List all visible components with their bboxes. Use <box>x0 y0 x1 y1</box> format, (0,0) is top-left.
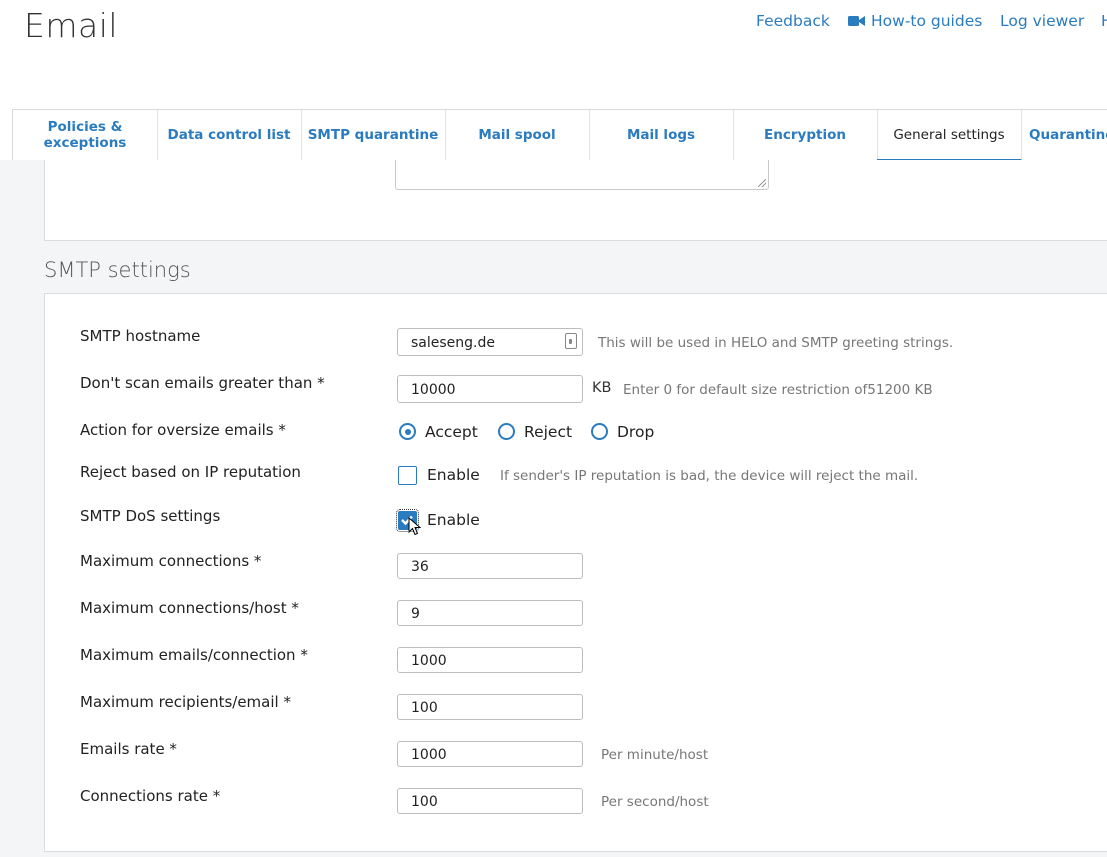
smtp-hostname-value: saleseng.de <box>411 335 495 351</box>
max-connections-label: Maximum connections * <box>80 552 262 570</box>
section-title: SMTP settings <box>44 258 191 282</box>
help-link[interactable]: H <box>1101 12 1107 30</box>
max-connections-input[interactable]: 36 <box>397 553 583 579</box>
connections-rate-input[interactable]: 100 <box>397 788 583 814</box>
feedback-link[interactable]: Feedback <box>756 12 830 30</box>
ip-reputation-hint: If sender's IP reputation is bad, the de… <box>500 468 919 484</box>
accept-radio[interactable] <box>399 423 416 440</box>
log-viewer-link[interactable]: Log viewer <box>1000 12 1084 30</box>
video-camera-icon <box>848 16 865 26</box>
tab-bar: Policies & exceptions Data control list … <box>12 109 1107 161</box>
tab-policies-exceptions[interactable]: Policies & exceptions <box>13 110 158 160</box>
ip-reputation-label: Reject based on IP reputation <box>80 463 301 481</box>
lock-icon <box>565 333 577 349</box>
max-scan-size-label: Don't scan emails greater than * <box>80 374 325 392</box>
smtp-settings-panel: SMTP hostname saleseng.de This will be u… <box>44 293 1107 852</box>
connections-rate-hint: Per second/host <box>601 794 709 810</box>
previous-section-panel <box>44 160 1107 241</box>
max-emails-connection-label: Maximum emails/connection * <box>80 646 308 664</box>
oversize-action-label: Action for oversize emails * <box>80 421 286 439</box>
emails-rate-input[interactable]: 1000 <box>397 741 583 767</box>
content-area: SMTP settings SMTP hostname saleseng.de … <box>0 160 1107 857</box>
tab-data-control-list[interactable]: Data control list <box>157 110 302 160</box>
drop-label: Drop <box>617 423 655 441</box>
smtp-hostname-label: SMTP hostname <box>80 327 201 345</box>
max-connections-host-input[interactable]: 9 <box>397 600 583 626</box>
kb-unit-label: KB <box>592 380 612 396</box>
smtp-hostname-input[interactable]: saleseng.de <box>397 328 583 356</box>
smtp-dos-label: SMTP DoS settings <box>80 507 221 525</box>
page-title: Email <box>24 6 119 45</box>
tab-mail-spool[interactable]: Mail spool <box>445 110 590 160</box>
tab-general-settings[interactable]: General settings <box>877 110 1022 161</box>
emails-rate-label: Emails rate * <box>80 740 177 758</box>
how-to-guides-label: How-to guides <box>871 12 983 30</box>
accept-label: Accept <box>425 423 478 441</box>
tab-smtp-quarantine[interactable]: SMTP quarantine <box>301 110 446 160</box>
max-connections-host-label: Maximum connections/host * <box>80 599 299 617</box>
smtp-dos-enable-label: Enable <box>427 511 480 529</box>
emails-rate-hint: Per minute/host <box>601 747 709 763</box>
connections-rate-label: Connections rate * <box>80 787 221 805</box>
max-recipients-label: Maximum recipients/email * <box>80 693 291 711</box>
tab-encryption[interactable]: Encryption <box>733 110 878 160</box>
ip-reputation-checkbox[interactable] <box>398 466 417 485</box>
mouse-cursor-icon <box>408 517 422 536</box>
drop-radio[interactable] <box>591 423 608 440</box>
textarea-field[interactable] <box>395 160 769 190</box>
max-recipients-input[interactable]: 100 <box>397 694 583 720</box>
reject-radio[interactable] <box>498 423 515 440</box>
max-scan-size-input[interactable]: 10000 <box>397 375 583 403</box>
how-to-guides-link[interactable]: How-to guides <box>848 12 982 30</box>
tab-mail-logs[interactable]: Mail logs <box>589 110 734 160</box>
max-emails-connection-input[interactable]: 1000 <box>397 647 583 673</box>
reject-label: Reject <box>524 423 573 441</box>
max-scan-size-hint: Enter 0 for default size restriction of5… <box>623 382 933 398</box>
smtp-hostname-hint: This will be used in HELO and SMTP greet… <box>598 335 954 351</box>
ip-reputation-enable-label: Enable <box>427 466 480 484</box>
resize-grip-icon[interactable] <box>758 179 766 187</box>
tab-quarantine-settings[interactable]: Quarantine s <box>1021 110 1107 160</box>
